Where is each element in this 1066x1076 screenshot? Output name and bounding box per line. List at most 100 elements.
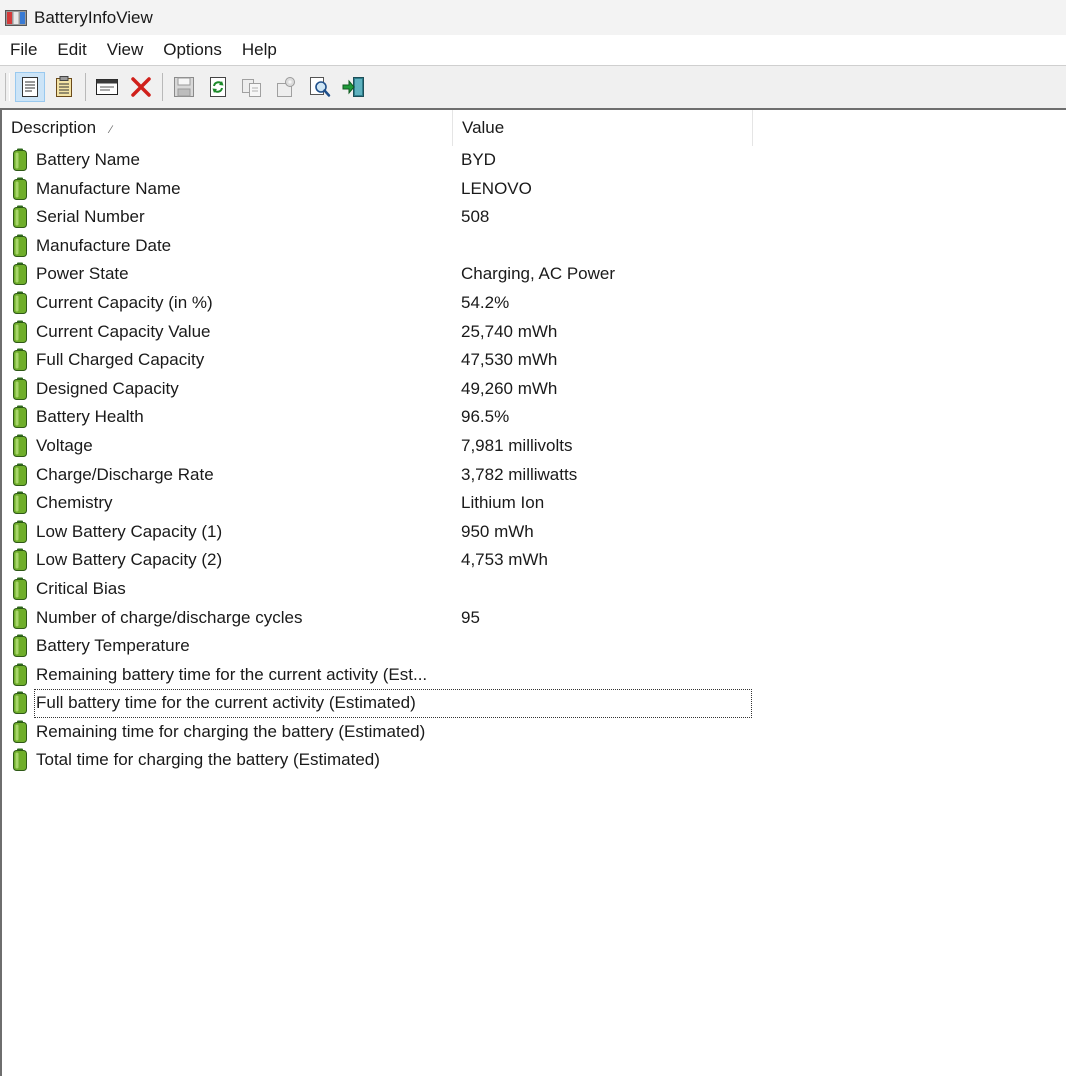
table-row[interactable]: Full battery time for the current activi… (2, 689, 762, 718)
row-description: Manufacture Date (36, 235, 172, 255)
battery-icon (12, 234, 28, 258)
battery-icon (12, 748, 28, 772)
battery-icon (12, 606, 28, 630)
exit-icon (342, 77, 364, 97)
row-description: Full Charged Capacity (36, 350, 205, 370)
row-description: Current Capacity Value (36, 321, 211, 341)
table-row[interactable]: Full Charged Capacity 47,530 mWh (2, 346, 762, 375)
column-header-description-label: Description (11, 118, 97, 137)
row-value: 3,782 milliwatts (461, 464, 578, 484)
properties-icon (22, 77, 38, 97)
table-row[interactable]: Manufacture Date (2, 232, 762, 261)
table-row[interactable]: Current Capacity (in %) 54.2% (2, 289, 762, 318)
row-description: Designed Capacity (36, 378, 179, 398)
window-title: BatteryInfoView (34, 7, 153, 27)
battery-icon (12, 177, 28, 201)
save-button[interactable] (169, 72, 199, 102)
toolbar-separator (162, 73, 163, 101)
window-button[interactable] (92, 72, 122, 102)
options-icon (277, 77, 295, 97)
list-header: Description ∕ Value (2, 110, 1066, 146)
find-icon (310, 77, 331, 97)
exit-button[interactable] (339, 72, 369, 102)
row-value: Lithium Ion (461, 493, 545, 513)
row-description: Battery Temperature (36, 636, 190, 656)
options-button[interactable] (271, 72, 301, 102)
table-row[interactable]: Manufacture Name LENOVO (2, 175, 762, 204)
battery-icon (12, 377, 28, 401)
table-row[interactable]: Current Capacity Value 25,740 mWh (2, 318, 762, 347)
save-icon (174, 77, 194, 97)
menu-options[interactable]: Options (153, 35, 232, 65)
battery-icon (12, 434, 28, 458)
table-row[interactable]: Power State Charging, AC Power (2, 260, 762, 289)
copy-button[interactable] (237, 72, 267, 102)
column-header-description[interactable]: Description ∕ (2, 110, 453, 146)
row-description: Battery Name (36, 150, 140, 169)
row-description: Low Battery Capacity (1) (36, 521, 223, 541)
row-description: Total time for charging the battery (Est… (36, 750, 380, 770)
menu-view[interactable]: View (97, 35, 154, 65)
row-description: Number of charge/discharge cycles (36, 607, 303, 627)
battery-icon (12, 291, 28, 315)
refresh-button[interactable] (203, 72, 233, 102)
column-header-value[interactable]: Value (453, 110, 753, 146)
row-value: 95 (461, 607, 480, 627)
battery-icon (12, 577, 28, 601)
list-rows: Battery Name BYD Manufacture Name LENOVO Ser… (2, 146, 762, 775)
row-value: LENOVO (461, 178, 532, 198)
html-report-button[interactable] (49, 72, 79, 102)
find-button[interactable] (305, 72, 335, 102)
row-value: Charging, AC Power (461, 264, 616, 284)
menu-file[interactable]: File (0, 35, 47, 65)
row-description: Power State (36, 264, 129, 284)
table-row[interactable]: Chemistry Lithium Ion (2, 489, 762, 518)
menu-edit[interactable]: Edit (47, 35, 96, 65)
battery-icon (12, 691, 28, 715)
row-value: 508 (461, 207, 490, 227)
row-description: Serial Number (36, 207, 145, 227)
battery-icon (12, 262, 28, 286)
menu-bar: File Edit View Options Help (0, 35, 1066, 65)
toolbar-separator (85, 73, 86, 101)
row-value: 950 mWh (461, 521, 534, 541)
delete-button[interactable] (126, 72, 156, 102)
row-value: BYD (461, 150, 496, 169)
toolbar-grip[interactable] (5, 73, 10, 101)
table-row[interactable]: Number of charge/discharge cycles 95 (2, 604, 762, 633)
battery-icon (12, 463, 28, 487)
table-row[interactable]: Designed Capacity 49,260 mWh (2, 375, 762, 404)
app-battery-icon (5, 9, 27, 26)
row-description: Voltage (36, 435, 93, 455)
properties-button[interactable] (15, 72, 45, 102)
row-description: Chemistry (36, 493, 113, 513)
table-row[interactable]: Low Battery Capacity (2) 4,753 mWh (2, 546, 762, 575)
toolbar (0, 66, 1066, 108)
table-row[interactable]: Serial Number 508 (2, 203, 762, 232)
table-row[interactable]: Low Battery Capacity (1) 950 mWh (2, 518, 762, 547)
table-row[interactable]: Battery Health 96.5% (2, 403, 762, 432)
copy-icon (242, 79, 261, 97)
table-row[interactable]: Total time for charging the battery (Est… (2, 746, 762, 775)
battery-icon (12, 663, 28, 687)
table-row[interactable]: Battery Name BYD (2, 146, 762, 175)
table-row[interactable]: Remaining time for charging the battery … (2, 718, 762, 747)
battery-icon (12, 634, 28, 658)
battery-icon (12, 348, 28, 372)
table-row[interactable]: Battery Temperature (2, 632, 762, 661)
table-row[interactable]: Charge/Discharge Rate 3,782 milliwatts (2, 461, 762, 490)
battery-info-list[interactable]: Description ∕ Value Battery Name BYD Manufa… (0, 110, 1066, 1076)
row-value: 47,530 mWh (461, 350, 558, 370)
table-row[interactable]: Remaining battery time for the current a… (2, 661, 762, 690)
menu-help[interactable]: Help (232, 35, 287, 65)
table-row[interactable]: Voltage 7,981 millivolts (2, 432, 762, 461)
row-description: Low Battery Capacity (2) (36, 550, 223, 570)
row-value: 7,981 millivolts (461, 435, 573, 455)
row-description: Remaining time for charging the battery … (36, 721, 426, 741)
table-row[interactable]: Critical Bias (2, 575, 762, 604)
battery-icon (12, 405, 28, 429)
row-value: 96.5% (461, 407, 510, 427)
battery-icon (12, 320, 28, 344)
row-description: Full battery time for the current activi… (34, 689, 752, 718)
row-description: Manufacture Name (36, 178, 181, 198)
